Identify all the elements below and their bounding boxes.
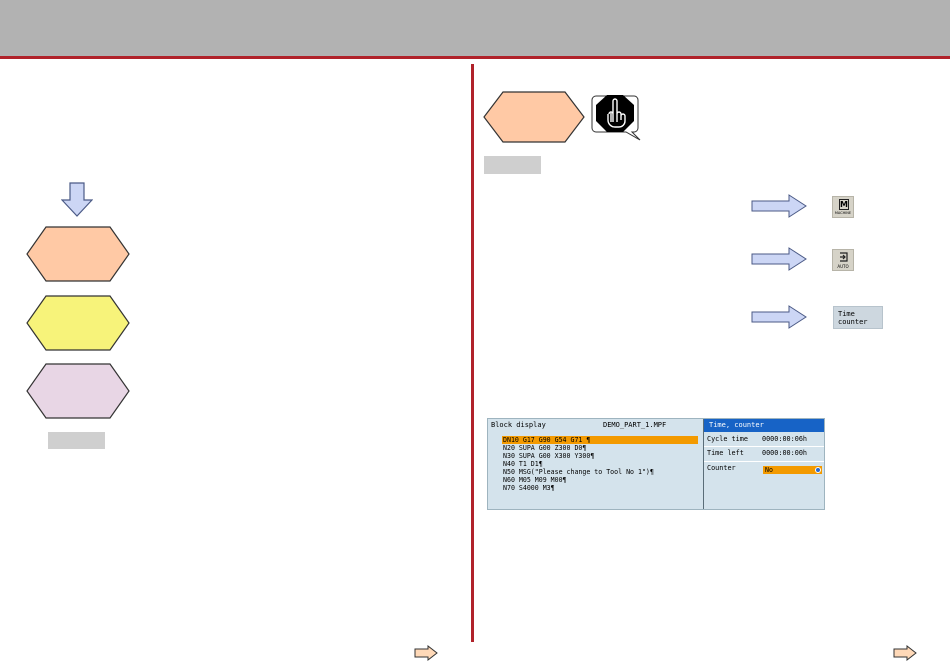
down-arrow-icon — [60, 182, 94, 222]
stop-hand-icon — [590, 92, 644, 146]
cycle-time-value: 0000:00:06h — [762, 435, 808, 443]
block-display-title: Block display — [491, 421, 546, 429]
block-display-panel: Block display DEMO_PART_1.MPF DN10 G17 G… — [488, 419, 702, 509]
arrow-to-auto-icon — [751, 247, 807, 271]
auto-key-caption: AUTO — [837, 264, 849, 269]
orange-hexagon-right — [483, 91, 585, 143]
cycle-time-label: Cycle time — [707, 435, 748, 443]
time-left-value: 0000:00:00h — [762, 449, 808, 457]
counter-toggle-field[interactable]: No — [763, 466, 822, 474]
counter-label: Counter — [707, 464, 736, 472]
machine-key-letter: M — [839, 199, 849, 210]
time-counter-title-bar: Time, counter — [704, 419, 824, 432]
machine-key-caption: MACHINE — [834, 211, 852, 215]
row-separator — [704, 461, 824, 462]
code-line[interactable]: N20 SUPA G00 Z300 D0¶ — [503, 444, 586, 452]
time-counter-softkey[interactable]: Time counter — [833, 306, 883, 329]
block-display-title-bar: Block display DEMO_PART_1.MPF — [488, 419, 702, 432]
softkey-line1: Time — [838, 310, 855, 318]
gray-label-right — [484, 156, 541, 174]
counter-value: No — [765, 466, 773, 474]
orange-hexagon — [26, 226, 130, 282]
header-accent-line — [0, 56, 950, 59]
time-counter-panel: Time, counter Cycle time 0000:00:06h Tim… — [703, 419, 824, 509]
gray-label-left — [48, 432, 105, 449]
code-line[interactable]: N60 M05 M09 M00¶ — [503, 476, 567, 484]
code-line[interactable]: N50 MSG("Please change to Tool No 1")¶ — [503, 468, 654, 476]
time-left-label: Time left — [707, 449, 744, 457]
time-counter-title: Time, counter — [709, 421, 764, 429]
auto-key[interactable]: AUTO — [832, 249, 854, 271]
arrow-to-machine-icon — [751, 194, 807, 218]
toggle-icon[interactable] — [815, 467, 821, 473]
softkey-line2: counter — [838, 318, 868, 326]
cnc-screen: Block display DEMO_PART_1.MPF DN10 G17 G… — [487, 418, 825, 510]
column-divider — [471, 64, 474, 642]
next-arrow-icon[interactable] — [893, 645, 917, 661]
code-line[interactable]: N70 S4000 M3¶ — [503, 484, 555, 492]
program-name: DEMO_PART_1.MPF — [603, 421, 667, 429]
code-line[interactable]: N30 SUPA G00 X300 Y300¶ — [503, 452, 594, 460]
machine-key[interactable]: M MACHINE — [832, 196, 854, 218]
arrow-to-softkey-icon — [751, 305, 807, 329]
header-bar — [0, 0, 950, 56]
yellow-hexagon — [26, 295, 130, 351]
lilac-hexagon — [26, 363, 130, 419]
next-arrow-icon[interactable] — [414, 645, 438, 661]
code-line[interactable]: N40 T1 D1¶ — [503, 460, 543, 468]
code-line[interactable]: DN10 G17 G90 G54 G71 ¶ — [503, 436, 590, 444]
row-separator — [704, 446, 824, 447]
auto-arrow-icon — [840, 252, 848, 262]
